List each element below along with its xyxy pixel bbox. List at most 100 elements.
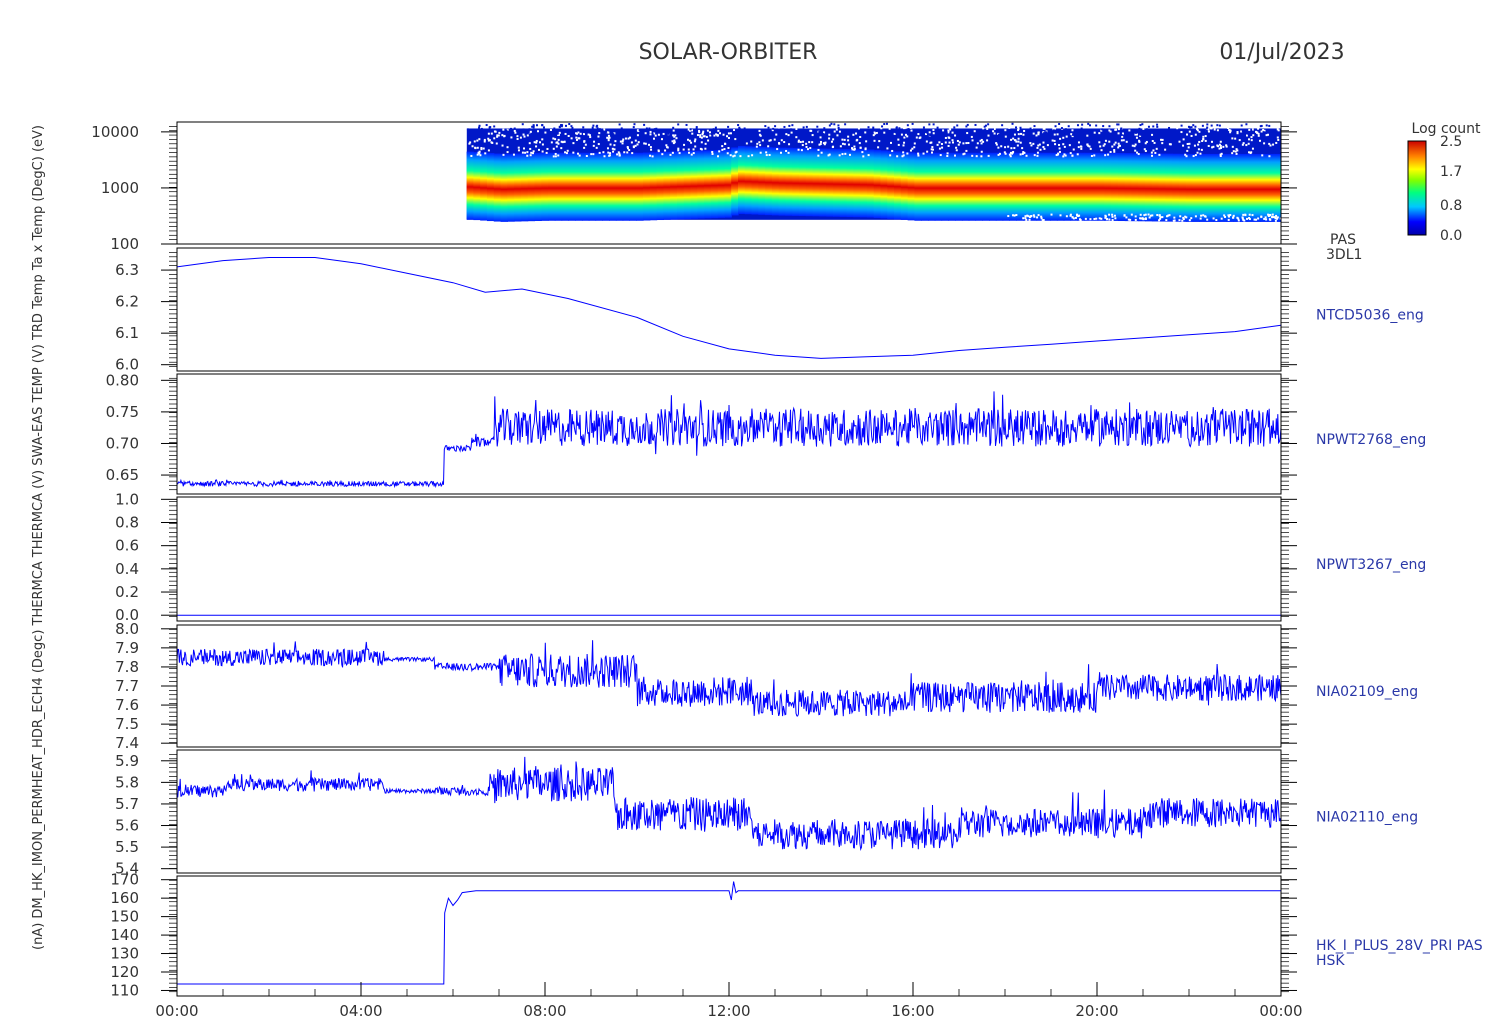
spectrogram-gap bbox=[1220, 217, 1223, 220]
spectrogram-speckle bbox=[1180, 124, 1183, 127]
spectrogram-gap bbox=[951, 131, 954, 134]
spectrogram-gap bbox=[496, 135, 499, 138]
panel-3: 0.65 0.70 0.75 0.80 NPWT2768_eng bbox=[106, 371, 1426, 495]
spectrogram-gap bbox=[1065, 135, 1068, 138]
spectrogram-gap bbox=[606, 136, 609, 139]
spectrogram-speckle bbox=[752, 130, 755, 133]
spectrogram-gap bbox=[931, 146, 934, 149]
spectrogram-gap bbox=[1037, 144, 1040, 147]
spectrogram-gap bbox=[546, 147, 549, 150]
spectrogram-gap bbox=[917, 152, 920, 155]
spectrogram-gap bbox=[1258, 139, 1261, 142]
spectrogram-speckle bbox=[737, 124, 740, 127]
spectrogram-column bbox=[1097, 152, 1105, 221]
spectrogram-column bbox=[534, 153, 542, 222]
spectrogram-speckle bbox=[541, 124, 544, 127]
spectrogram-gap bbox=[785, 133, 788, 136]
spectrogram-gap bbox=[811, 134, 814, 137]
spectrogram-speckle bbox=[598, 128, 601, 131]
spectrogram-gap bbox=[948, 123, 951, 126]
spectrogram-gap bbox=[529, 130, 532, 133]
spectrogram-gap bbox=[940, 122, 943, 125]
spectrogram-speckle bbox=[1011, 122, 1014, 125]
spectrogram-gap bbox=[987, 134, 990, 137]
spectrogram-gap bbox=[1037, 214, 1040, 217]
spectrogram-gap bbox=[1186, 143, 1189, 146]
spectrogram-speckle bbox=[712, 128, 715, 131]
spectrogram-column bbox=[914, 152, 922, 221]
spectrogram-gap bbox=[797, 148, 800, 151]
spectrogram-speckle bbox=[596, 127, 599, 130]
spectrogram-column bbox=[1138, 153, 1146, 222]
spectrogram-gap bbox=[707, 139, 710, 142]
spectrogram-speckle bbox=[1187, 125, 1190, 128]
spectrogram-gap bbox=[704, 147, 707, 150]
ytick-label: 6.3 bbox=[115, 261, 139, 279]
spectrogram-gap bbox=[759, 144, 762, 147]
spectrogram-gap bbox=[631, 152, 634, 155]
spectrogram-gap bbox=[660, 138, 663, 141]
spectrogram-gap bbox=[1199, 152, 1202, 155]
spectrogram-column bbox=[887, 150, 895, 219]
spectrogram-column bbox=[690, 150, 698, 219]
spectrogram-gap bbox=[902, 144, 905, 147]
spectrogram-gap bbox=[946, 155, 949, 158]
spectrogram-gap bbox=[608, 136, 611, 139]
spectrogram-gap bbox=[1166, 215, 1169, 218]
spectrogram-speckle bbox=[1060, 127, 1063, 130]
spectrogram-gap bbox=[1029, 142, 1032, 145]
spectrogram-gap bbox=[575, 132, 578, 135]
spectrogram-gap bbox=[1010, 147, 1013, 150]
spectrogram-gap bbox=[537, 130, 540, 133]
spectrogram-speckle bbox=[478, 124, 481, 127]
spectrogram-column bbox=[1117, 153, 1126, 222]
spectrogram-gap bbox=[1240, 130, 1243, 133]
spectrogram-column bbox=[1151, 153, 1160, 222]
spectrogram-speckle bbox=[681, 129, 684, 132]
ytick-label: 7.4 bbox=[115, 734, 139, 752]
spectrogram-speckle bbox=[805, 125, 808, 128]
spectrogram-column bbox=[683, 151, 692, 220]
spectrogram-gap bbox=[1033, 215, 1036, 218]
spectrogram-speckle bbox=[561, 124, 564, 127]
spectrogram-speckle bbox=[501, 131, 504, 134]
spectrogram-gap bbox=[1107, 153, 1110, 156]
spectrogram-speckle bbox=[911, 122, 914, 125]
spectrogram-column bbox=[975, 152, 983, 221]
spectrogram-speckle bbox=[1139, 124, 1142, 127]
spectrogram-gap bbox=[675, 137, 678, 140]
spectrogram-gap bbox=[636, 134, 639, 137]
spectrogram-speckle bbox=[772, 127, 775, 130]
spectrogram-gap bbox=[768, 153, 771, 156]
spectrogram-speckle bbox=[739, 133, 742, 136]
spectrogram-column bbox=[1185, 153, 1194, 222]
spectrogram-gap bbox=[503, 135, 506, 138]
spectrogram-gap bbox=[878, 140, 881, 143]
spectrogram-gap bbox=[517, 146, 520, 149]
spectrogram-speckle bbox=[885, 122, 888, 125]
spectrogram-gap bbox=[891, 149, 894, 152]
spectrogram-gap bbox=[609, 152, 612, 155]
spectrogram-gap bbox=[690, 141, 693, 144]
spectrogram-speckle bbox=[953, 126, 956, 129]
spectrogram-gap bbox=[1003, 151, 1006, 154]
spectrogram-speckle bbox=[1072, 133, 1075, 136]
spectrogram-column bbox=[704, 150, 712, 219]
spectrogram-gap bbox=[627, 137, 630, 140]
spectrogram-gap bbox=[973, 130, 976, 133]
spectrogram-speckle bbox=[961, 131, 964, 134]
spectrogram-gap bbox=[739, 155, 742, 158]
spectrogram-gap bbox=[630, 141, 633, 144]
spectrogram-column bbox=[1226, 153, 1234, 222]
spectrogram-speckle bbox=[1201, 124, 1204, 127]
spectrogram-gap bbox=[1220, 146, 1223, 149]
spectrogram-gap bbox=[971, 139, 974, 142]
spectrogram-gap bbox=[1054, 143, 1057, 146]
spectrogram-gap bbox=[847, 139, 850, 142]
spectrogram-gap bbox=[1234, 137, 1237, 140]
spectrogram-gap bbox=[1193, 144, 1196, 147]
spectrogram-gap bbox=[1090, 155, 1093, 158]
spectrogram-gap bbox=[598, 151, 601, 154]
spectrogram-speckle bbox=[489, 126, 492, 129]
spectrogram-gap bbox=[1235, 152, 1238, 155]
